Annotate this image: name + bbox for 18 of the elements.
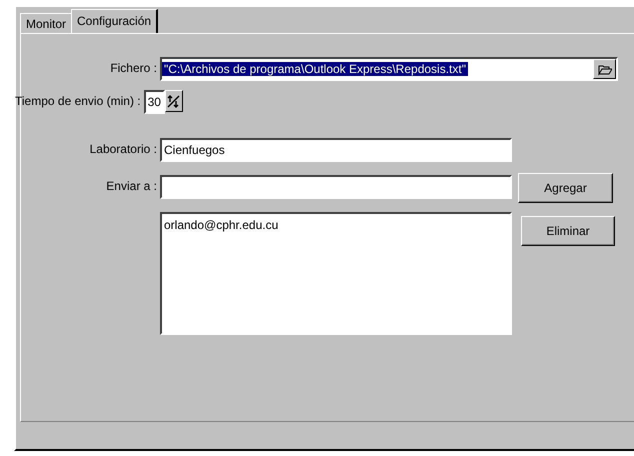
field-label: Tiempo de envio (min) : <box>15 93 141 108</box>
folder-icon <box>598 62 612 76</box>
field-value: "C:\Archivos de programa\Outlook Express\Repdosis.txt" <box>162 62 468 76</box>
up-down-arrows-icon <box>167 94 180 108</box>
tab[interactable]: Monitor <box>20 13 72 33</box>
add-button[interactable]: Agregar <box>518 173 613 203</box>
interval-field[interactable]: 30 <box>144 90 165 114</box>
file-field[interactable]: "C:\Archivos de programa\Outlook Express\Repdosis.txt" <box>160 57 618 81</box>
field-label: Enviar a : <box>105 178 157 193</box>
browse-button[interactable] <box>593 59 616 79</box>
field-label: Laboratorio : <box>88 141 157 156</box>
field-label: Fichero : <box>109 60 157 75</box>
tab[interactable]: Configuración <box>71 9 158 33</box>
recipient-field[interactable] <box>160 175 512 199</box>
delete-button[interactable]: Eliminar <box>521 216 615 246</box>
list-item[interactable]: orlando@cphr.edu.cu <box>164 218 508 232</box>
spin-button[interactable] <box>164 90 183 112</box>
laboratory-field[interactable]: Cienfuegos <box>160 138 512 162</box>
